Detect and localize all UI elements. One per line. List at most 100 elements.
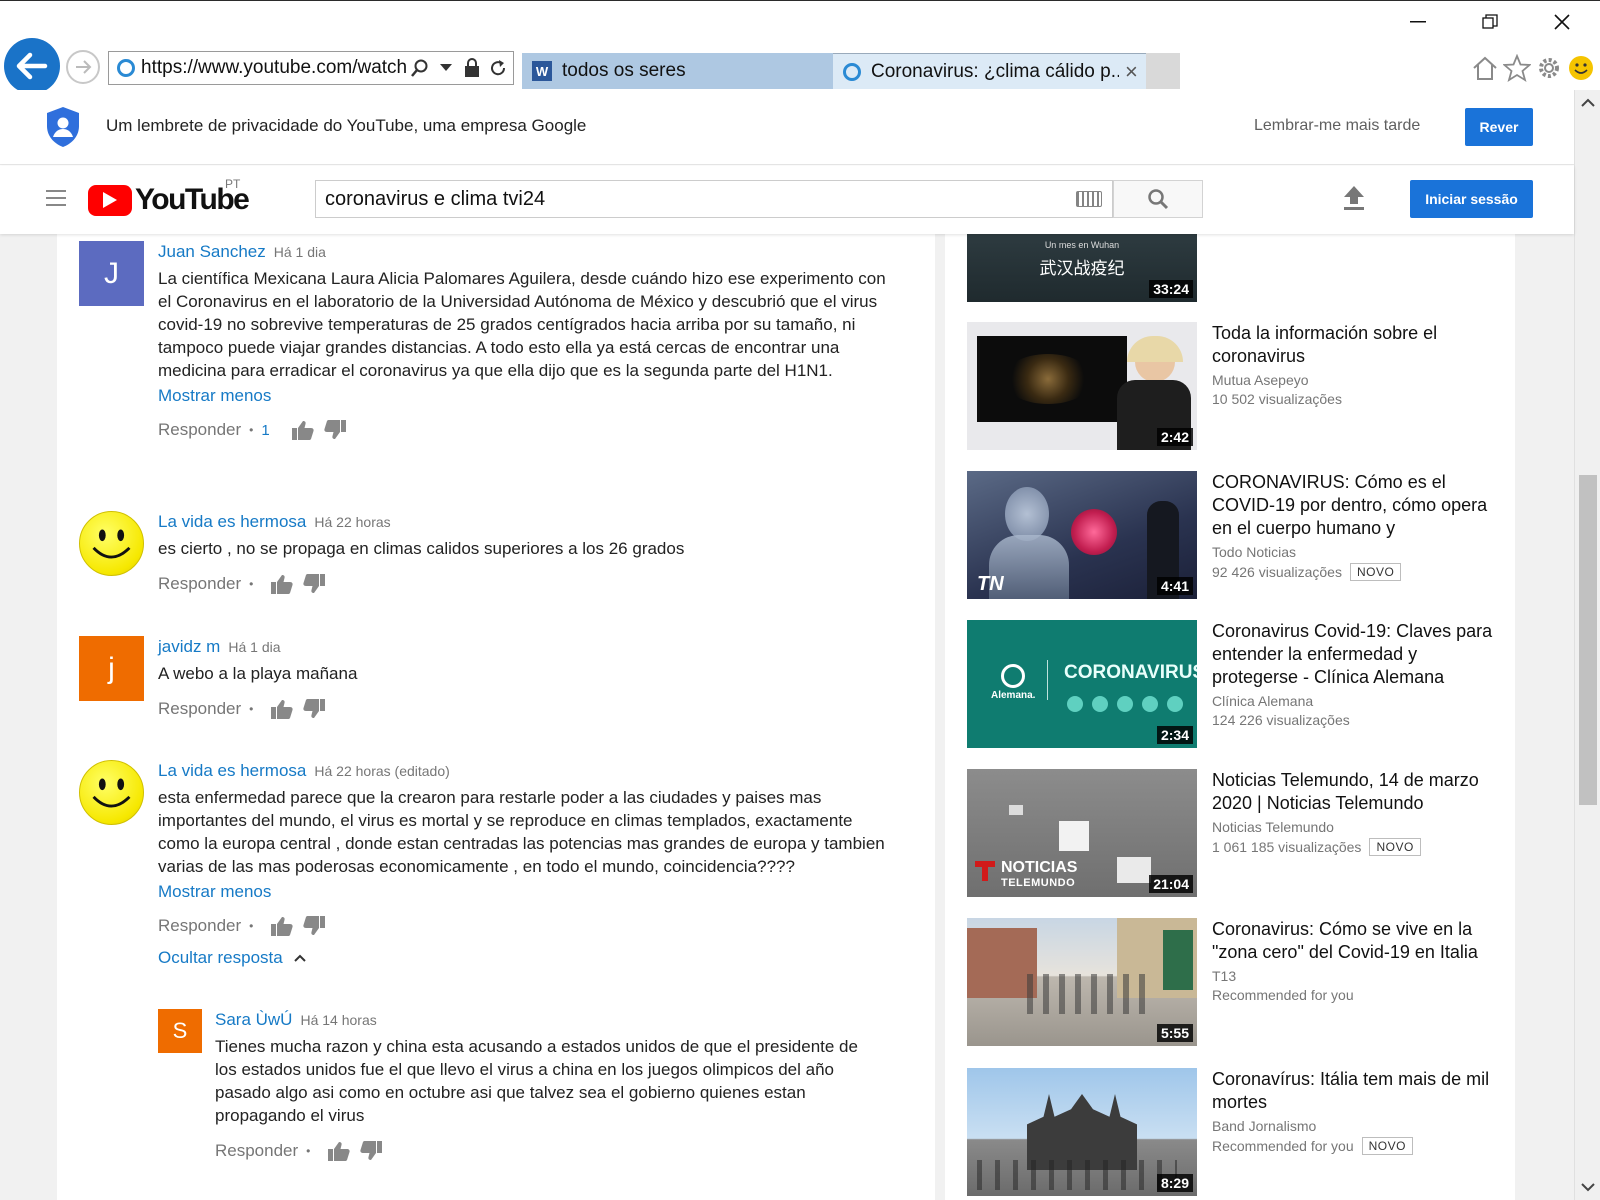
video-item[interactable]: 5:55 Coronavirus: Cómo se vive en la "zo… <box>967 918 1497 1046</box>
comment-author[interactable]: La vida es hermosa <box>158 512 306 531</box>
video-item[interactable]: 2:42 Toda la información sobre el corona… <box>967 322 1497 450</box>
thumbnail-word: CORONAVIRUS <box>1064 662 1197 683</box>
show-less-link[interactable]: Mostrar menos <box>158 882 271 902</box>
smiley-avatar[interactable] <box>79 760 144 825</box>
video-thumbnail[interactable]: 8:29 <box>967 1068 1197 1196</box>
new-badge: NOVO <box>1369 838 1421 856</box>
video-thumbnail[interactable]: Alemana. CORONAVIRUS 2:34 <box>967 620 1197 748</box>
video-item[interactable]: 8:29 Coronavírus: Itália tem mais de mil… <box>967 1068 1497 1196</box>
favorites-star-icon[interactable] <box>1502 53 1532 83</box>
thumbs-up-icon[interactable] <box>291 420 314 440</box>
comment-time[interactable]: Há 22 horas <box>314 514 390 530</box>
video-channel[interactable]: Clínica Alemana <box>1212 693 1502 709</box>
thumbs-down-icon[interactable] <box>303 699 326 719</box>
reply-button[interactable]: Responder <box>215 1141 298 1161</box>
tab-todos-os-seres[interactable]: W todos os seres <box>522 53 833 89</box>
sign-in-button[interactable]: Iniciar sessão <box>1410 180 1533 218</box>
back-button[interactable] <box>4 38 60 94</box>
refresh-icon[interactable] <box>487 57 509 79</box>
comment-author[interactable]: Juan Sanchez <box>158 242 266 261</box>
search-button[interactable] <box>1113 180 1203 218</box>
comment-time[interactable]: Há 1 dia <box>274 244 326 260</box>
tn-logo: TN <box>977 573 1004 595</box>
video-item[interactable]: Un mes en Wuhan 武汉战疫纪 33:24 <box>967 234 1497 302</box>
video-title[interactable]: CORONAVIRUS: Cómo es el COVID-19 por den… <box>1212 471 1502 540</box>
tab-close-icon[interactable]: × <box>1125 59 1138 85</box>
search-input[interactable]: coronavirus e clima tvi24 <box>315 180 1113 218</box>
thumbs-up-icon[interactable] <box>328 1141 351 1161</box>
video-thumbnail[interactable]: Un mes en Wuhan 武汉战疫纪 33:24 <box>967 234 1197 302</box>
thumbnail-word: NOTICIAS <box>1001 859 1078 876</box>
avatar[interactable]: S <box>158 1009 202 1053</box>
hide-replies-label[interactable]: Ocultar resposta <box>158 948 283 968</box>
avatar[interactable]: J <box>79 241 144 306</box>
address-bar[interactable]: https://www.youtube.com/watch <box>108 51 514 85</box>
close-window-button[interactable] <box>1542 9 1582 35</box>
hide-replies-button[interactable]: Ocultar resposta <box>158 948 888 968</box>
search-value[interactable]: coronavirus e clima tvi24 <box>325 188 1076 211</box>
thumbs-down-icon[interactable] <box>303 574 326 594</box>
video-thumbnail[interactable]: 5:55 <box>967 918 1197 1046</box>
thumbs-down-icon[interactable] <box>324 420 346 440</box>
dropdown-icon[interactable] <box>435 57 457 79</box>
video-title[interactable]: Coronavírus: Itália tem mais de mil mort… <box>1212 1068 1502 1114</box>
video-channel[interactable]: Mutua Asepeyo <box>1212 372 1502 388</box>
video-title[interactable]: Coronavirus: Cómo se vive en la "zona ce… <box>1212 918 1502 964</box>
comment-author[interactable]: javidz m <box>158 637 220 656</box>
video-thumbnail[interactable]: TN 4:41 <box>967 471 1197 599</box>
reply-button[interactable]: Responder <box>158 574 241 594</box>
reply-button[interactable]: Responder <box>158 420 241 440</box>
youtube-logo[interactable]: YouTube PT <box>88 177 250 217</box>
video-item[interactable]: NOTICIAS TELEMUNDO 21:04 Noticias Telemu… <box>967 769 1497 897</box>
page-scrollbar[interactable] <box>1574 90 1600 1200</box>
review-button[interactable]: Rever <box>1465 108 1533 146</box>
smiley-avatar[interactable] <box>79 511 144 576</box>
video-thumbnail[interactable]: NOTICIAS TELEMUNDO 21:04 <box>967 769 1197 897</box>
url-text[interactable]: https://www.youtube.com/watch <box>141 57 409 79</box>
video-title[interactable]: Toda la información sobre el coronavirus <box>1212 322 1502 368</box>
avatar[interactable]: j <box>79 636 144 701</box>
video-views: 1 061 185 visualizações <box>1212 839 1362 855</box>
reply-button[interactable]: Responder <box>158 916 241 936</box>
upload-icon[interactable] <box>1342 184 1366 212</box>
thumbs-up-icon[interactable] <box>271 699 294 719</box>
comment-text: esta enfermedad parece que la crearon pa… <box>158 788 885 876</box>
show-less-link[interactable]: Mostrar menos <box>158 386 271 406</box>
video-title[interactable]: Coronavirus Covid-19: Claves para entend… <box>1212 620 1502 689</box>
video-channel[interactable]: Band Jornalismo <box>1212 1118 1502 1134</box>
video-thumbnail[interactable]: 2:42 <box>967 322 1197 450</box>
lock-icon[interactable] <box>461 57 483 79</box>
chevron-down-icon[interactable] <box>1581 1180 1595 1194</box>
comment-author[interactable]: Sara ÙwÚ <box>215 1010 292 1029</box>
minimize-button[interactable] <box>1398 9 1438 35</box>
chevron-up-icon[interactable] <box>1581 96 1595 110</box>
scroll-thumb[interactable] <box>1579 475 1597 805</box>
comment-time[interactable]: Há 22 horas (editado) <box>314 763 449 779</box>
feedback-smiley-icon[interactable] <box>1566 53 1596 83</box>
video-title[interactable]: Noticias Telemundo, 14 de marzo 2020 | N… <box>1212 769 1502 815</box>
remind-later-link[interactable]: Lembrar-me mais tarde <box>1254 117 1420 135</box>
comment-time[interactable]: Há 1 dia <box>228 639 280 655</box>
video-item[interactable]: TN 4:41 CORONAVIRUS: Cómo es el COVID-19… <box>967 471 1497 599</box>
restore-button[interactable] <box>1470 9 1510 35</box>
thumbs-up-icon[interactable] <box>271 916 294 936</box>
keyboard-icon[interactable] <box>1076 191 1102 207</box>
video-item[interactable]: Alemana. CORONAVIRUS 2:34 Coronavirus Co… <box>967 620 1497 748</box>
video-channel[interactable]: T13 <box>1212 968 1502 984</box>
comment-time[interactable]: Há 14 horas <box>300 1012 376 1028</box>
settings-gear-icon[interactable] <box>1534 53 1564 83</box>
video-channel[interactable]: Todo Noticias <box>1212 544 1502 560</box>
search-icon[interactable] <box>409 57 431 79</box>
tab-coronavirus[interactable]: Coronavirus: ¿clima cálido p... × <box>833 53 1146 89</box>
video-duration: 33:24 <box>1149 280 1193 298</box>
new-tab-button[interactable] <box>1146 53 1180 89</box>
forward-button[interactable] <box>66 50 100 84</box>
video-channel[interactable]: Noticias Telemundo <box>1212 819 1502 835</box>
hamburger-menu-icon[interactable] <box>46 190 66 206</box>
thumbs-down-icon[interactable] <box>360 1141 383 1161</box>
comment-author[interactable]: La vida es hermosa <box>158 761 306 780</box>
reply-button[interactable]: Responder <box>158 699 241 719</box>
thumbs-down-icon[interactable] <box>303 916 326 936</box>
thumbs-up-icon[interactable] <box>271 574 294 594</box>
home-icon[interactable] <box>1470 53 1500 83</box>
